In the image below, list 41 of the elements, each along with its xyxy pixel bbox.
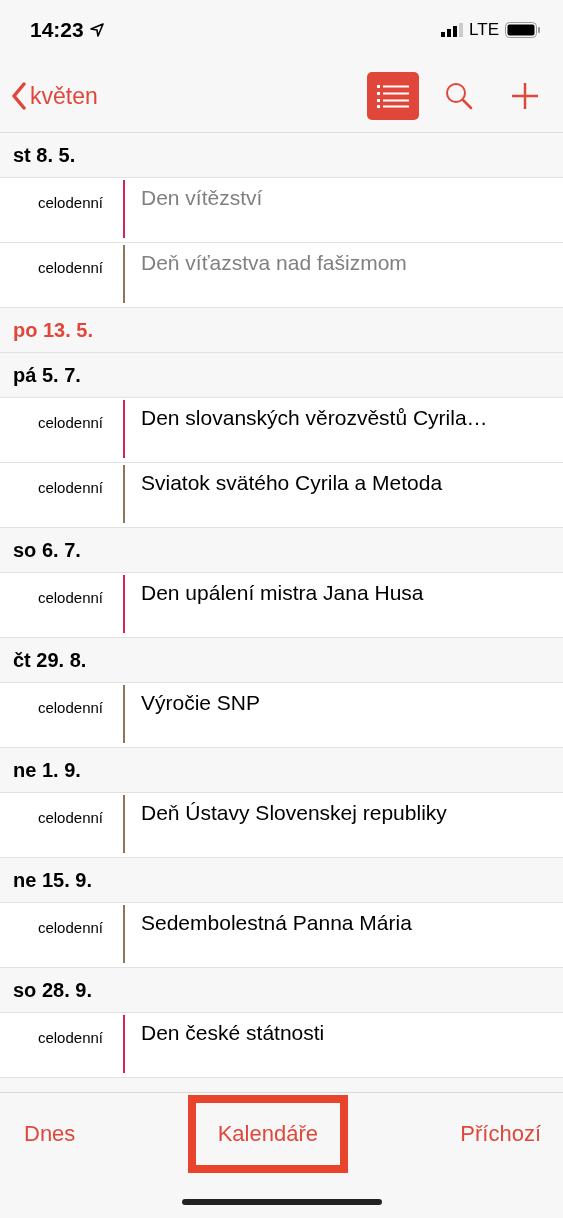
network-label: LTE xyxy=(469,20,499,40)
event-title: Deň víťazstva nad fašizmom xyxy=(141,250,407,276)
event-time: celodenní xyxy=(36,1028,103,1048)
event-row[interactable]: celodenní Sedembolestná Panna Mária xyxy=(0,903,563,968)
event-time: celodenní xyxy=(36,193,103,213)
toolbar-link[interactable]: Dnes xyxy=(24,1121,76,1147)
event-row[interactable]: celodenní Den české státnosti xyxy=(0,1013,563,1078)
event-title: Sviatok svätého Cyrila a Metoda xyxy=(141,470,443,496)
location-arrow-icon xyxy=(89,23,104,37)
event-time: celodenní xyxy=(36,808,103,828)
event-row[interactable]: celodenní Výročie SNP xyxy=(0,683,563,748)
event-time: celodenní xyxy=(36,413,103,433)
search-icon xyxy=(445,82,473,110)
chevron-left-icon xyxy=(12,82,26,110)
event-row[interactable]: celodenní Den slovanských věrozvěstů Cyrila… xyxy=(0,398,563,463)
event-row[interactable]: celodenní Den upálení mistra Jana Husa xyxy=(0,573,563,638)
event-title: Výročie SNP xyxy=(141,690,261,716)
event-row[interactable]: celodenní Deň víťazstva nad fašizmom xyxy=(0,243,563,308)
back-link[interactable]: květen xyxy=(12,82,353,110)
plus-icon xyxy=(511,82,539,110)
event-title: Den slovanských věrozvěstů Cyrila… xyxy=(141,405,488,431)
event-time: celodenní xyxy=(36,258,103,278)
event-time: celodenní xyxy=(36,918,103,938)
clock-time: 14:23 xyxy=(30,18,84,42)
event-title: Deň Ústavy Slovenskej republiky xyxy=(141,800,447,826)
event-row[interactable]: celodenní Sviatok svätého Cyrila a Metoda xyxy=(0,463,563,528)
list-view-button[interactable] xyxy=(367,72,419,120)
event-time: celodenní xyxy=(36,588,103,608)
event-title: Sedembolestná Panna Mária xyxy=(141,910,412,936)
event-title: Den vítězství xyxy=(141,185,263,211)
event-row[interactable]: celodenní Deň Ústavy Slovenskej republiky xyxy=(0,793,563,858)
signal-icon xyxy=(441,23,464,37)
battery-icon xyxy=(505,22,541,38)
event-title: Den upálení mistra Jana Husa xyxy=(141,580,424,606)
event-title: Den české státnosti xyxy=(141,1020,325,1046)
toolbar-link[interactable]: Příchozí xyxy=(460,1121,541,1147)
list-icon xyxy=(376,84,410,108)
event-row[interactable]: celodenní Den vítězství xyxy=(0,178,563,243)
event-time: celodenní xyxy=(36,698,103,718)
event-time: celodenní xyxy=(36,478,103,498)
toolbar-link[interactable]: Kalendáře xyxy=(187,1095,348,1173)
